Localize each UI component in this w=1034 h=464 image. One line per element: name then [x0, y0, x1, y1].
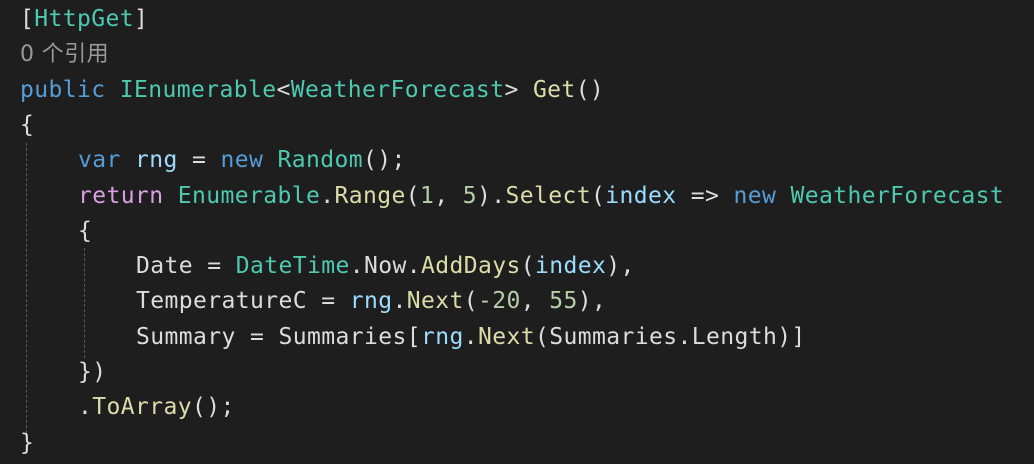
- code-token: 1: [419, 182, 435, 209]
- code-token: 0 个引用: [20, 42, 109, 68]
- code-token: public: [20, 76, 106, 103]
- code-token: (: [590, 182, 606, 209]
- code-line: {: [78, 214, 92, 249]
- code-token: ();: [191, 394, 235, 421]
- code-line: Summary = Summaries[rng.Next(Summaries.L…: [136, 320, 806, 355]
- code-token: Summaries: [278, 323, 407, 350]
- code-token: .: [392, 288, 407, 315]
- code-token: [: [20, 6, 35, 32]
- code-token: ),: [606, 253, 635, 280]
- code-line: .ToArray();: [78, 390, 235, 425]
- code-token: .: [406, 253, 421, 280]
- code-token: Select: [505, 182, 591, 209]
- code-token: {: [20, 111, 35, 138]
- code-token: ,: [434, 182, 463, 209]
- code-token: ToArray: [92, 394, 192, 421]
- code-editor[interactable]: [HttpGet] 0 个引用 public IEnumerable<Weather…: [0, 0, 1034, 464]
- code-token: Random: [277, 147, 363, 174]
- code-line: }: [20, 426, 34, 461]
- code-token: =: [193, 253, 236, 280]
- code-token: Summaries: [549, 323, 678, 350]
- code-token: Get: [532, 76, 576, 103]
- code-token: =: [177, 147, 221, 174]
- code-token: return: [78, 182, 164, 209]
- code-line: var rng = new Random();: [78, 143, 406, 178]
- code-token: AddDays: [420, 253, 521, 280]
- code-token: .: [320, 182, 335, 209]
- code-token: .: [78, 394, 93, 421]
- code-token: Now: [363, 253, 407, 280]
- code-token: rng: [135, 147, 178, 174]
- code-token: (: [405, 182, 420, 209]
- code-token: ();: [362, 147, 406, 174]
- code-line: public IEnumerable<WeatherForecast> Get(…: [20, 73, 604, 108]
- code-token: ]: [133, 6, 149, 32]
- code-token: rng: [349, 288, 393, 315]
- code-token: new: [733, 182, 777, 209]
- code-token: .: [349, 253, 364, 280]
- code-token: .: [677, 323, 692, 350]
- code-line: return Enumerable.Range(1, 5).Select(ind…: [78, 179, 1004, 214]
- code-token: }): [78, 359, 107, 385]
- indent-guide-outer: [26, 143, 27, 433]
- code-token: 5: [462, 182, 477, 209]
- code-token: Next: [477, 323, 535, 350]
- code-token: =: [306, 288, 350, 315]
- code-token: index: [605, 182, 677, 209]
- code-token: }: [20, 429, 35, 456]
- code-token: <: [276, 76, 291, 103]
- code-token: IEnumerable: [119, 76, 277, 103]
- code-token: Date: [136, 253, 193, 280]
- code-token: )]: [777, 323, 806, 350]
- code-token: var: [78, 147, 121, 174]
- codelens-reference-count[interactable]: 0 个引用: [20, 37, 109, 72]
- code-token: .: [463, 323, 478, 350]
- code-token: 55: [549, 288, 578, 315]
- code-token: ),: [577, 288, 607, 315]
- code-token: WeatherForecast: [290, 76, 505, 103]
- code-token: WeatherForecast: [790, 182, 1005, 209]
- code-token: Length: [691, 323, 778, 350]
- code-line: }): [78, 355, 107, 390]
- code-token: =>: [676, 182, 734, 209]
- code-line: TemperatureC = rng.Next(-20, 55),: [136, 284, 606, 319]
- code-token: (: [520, 253, 535, 280]
- code-token: Range: [334, 182, 406, 209]
- code-token: Next: [406, 288, 464, 315]
- code-token: -20: [477, 288, 521, 315]
- code-line: Date = DateTime.Now.AddDays(index),: [136, 249, 635, 284]
- code-token: HttpGet: [34, 6, 134, 32]
- code-token: index: [534, 253, 607, 280]
- code-token: (): [575, 76, 605, 103]
- code-token: Summary: [136, 323, 236, 350]
- code-token: >: [504, 76, 533, 103]
- code-token: rng: [420, 323, 464, 350]
- code-token: (: [463, 288, 478, 315]
- code-token: TemperatureC: [136, 288, 307, 315]
- code-token: ).: [476, 182, 506, 209]
- code-token: new: [220, 147, 264, 174]
- code-line: {: [20, 108, 34, 143]
- code-token: {: [78, 217, 93, 244]
- code-line: [HttpGet]: [20, 2, 148, 37]
- code-token: ,: [520, 288, 550, 315]
- indent-guide-inner: [84, 248, 85, 358]
- code-token: Enumerable: [177, 182, 321, 209]
- code-token: (: [534, 323, 550, 350]
- code-token: [: [406, 323, 421, 350]
- code-token: DateTime: [235, 253, 350, 280]
- code-token: =: [235, 323, 279, 350]
